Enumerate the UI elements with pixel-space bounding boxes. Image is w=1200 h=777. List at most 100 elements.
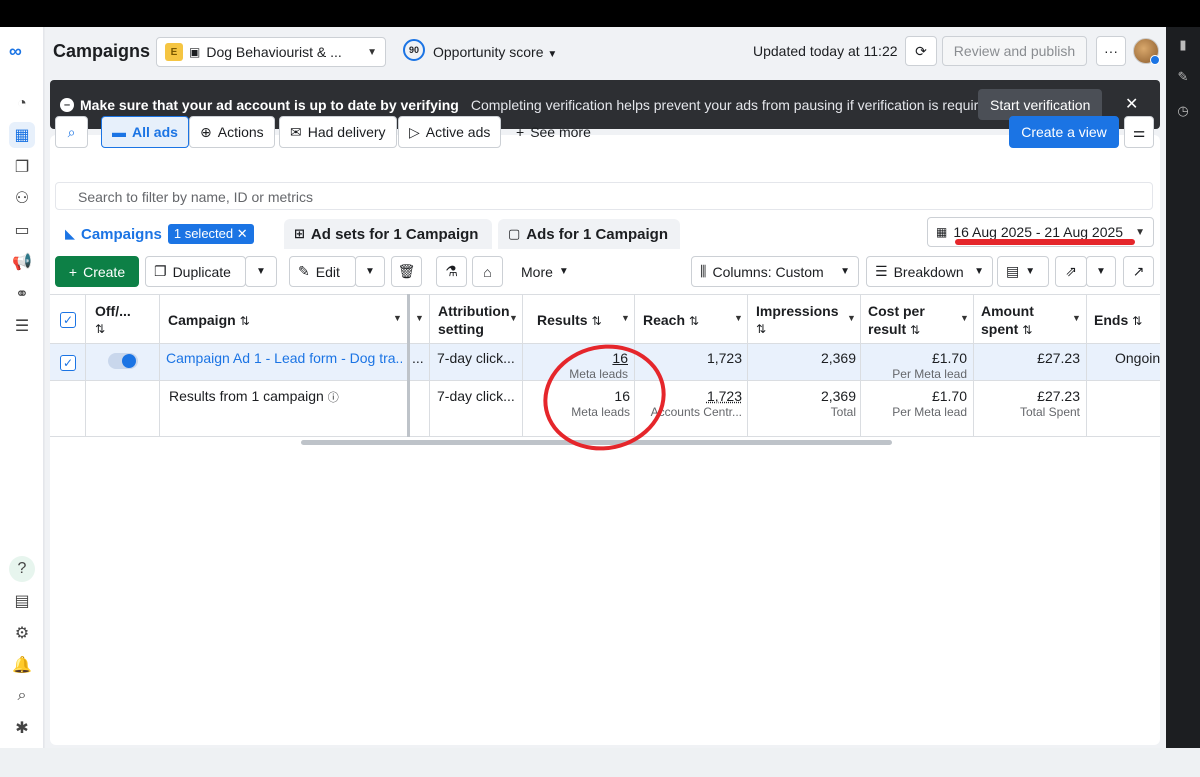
reports-dropdown[interactable]: ▤ ▼ [997,256,1049,287]
reports-icon[interactable]: ▤ [9,588,35,614]
column-divider [1086,294,1087,437]
all-ads-filter[interactable]: ▬ All ads [101,116,189,148]
duplicate-button[interactable]: ❐ Duplicate [145,256,246,287]
chart-button[interactable]: ↗ [1123,256,1154,287]
column-divider [860,294,861,437]
create-button[interactable]: + Create [55,256,139,287]
create-view-button[interactable]: Create a view [1009,116,1119,148]
tab-campaigns[interactable]: ◣ Campaigns 1 selected ✕ [55,219,281,249]
more-dropdown[interactable]: More ▼ [512,256,582,287]
chevron-down-icon[interactable]: ▼ [621,313,630,323]
info-icon[interactable]: ⓘ [328,392,339,404]
active-ads-filter[interactable]: ▷ Active ads [398,116,502,148]
dashboard-icon[interactable]: ◔ [9,91,35,117]
amount-cell: £27.23 [1037,350,1080,366]
top-black-bar [0,0,1200,27]
had-delivery-filter[interactable]: ✉ Had delivery [279,116,397,148]
opportunity-score-label[interactable]: Opportunity score ▼ [433,44,557,60]
refresh-button[interactable]: ⟳ [905,36,937,66]
selected-badge[interactable]: 1 selected ✕ [167,224,254,244]
search-nav-icon[interactable]: ⌕ [9,683,35,709]
header-ends[interactable]: Ends ⇅ [1094,311,1142,330]
left-nav: ∞ ◔ ▦ ❐ ⚇ ▭ 📢 ⚭ ☰ ? ▤ ⚙ 🔔 ⌕ ✱ [0,27,44,748]
megaphone-icon[interactable]: 📢 [9,249,35,275]
connections-icon[interactable]: ⚭ [9,281,35,307]
row-checkbox[interactable]: ✓ [60,355,76,371]
actions-filter[interactable]: ⊕ Actions [189,116,275,148]
chevron-down-icon[interactable]: ▼ [509,313,518,323]
header-off-on[interactable]: Off/... ⇅ [95,302,131,338]
columns-dropdown[interactable]: ⫼ Columns: Custom ▼ [691,256,859,287]
chevron-down-icon: ▼ [1135,226,1145,238]
billing-icon[interactable]: ▭ [9,217,35,243]
view-settings-icon[interactable]: ⚌ [1124,116,1154,148]
cost-subtext: Per Meta lead [892,367,967,381]
column-divider [159,294,160,437]
banner-title: Make sure that your ad account is up to … [80,96,459,113]
audiences-icon[interactable]: ⚇ [9,185,35,211]
close-icon[interactable]: ✕ [1125,94,1138,114]
export-button[interactable]: ⇗ [1055,256,1087,287]
pages-icon[interactable]: ❐ [9,154,35,180]
export-dropdown[interactable]: ▼ [1086,256,1116,287]
meta-logo-icon[interactable]: ∞ [9,41,35,61]
review-publish-button[interactable]: Review and publish [942,36,1087,66]
chevron-down-icon[interactable]: ▼ [393,313,402,323]
tab-ad-sets[interactable]: ⊞ Ad sets for 1 Campaign [284,219,492,249]
select-all-checkbox[interactable]: ✓ [60,312,76,328]
duplicate-dropdown[interactable]: ▼ [245,256,277,287]
header-attribution[interactable]: Attribution setting [438,302,510,338]
tab-ads[interactable]: ▢ Ads for 1 Campaign [498,219,680,249]
header-campaign[interactable]: Campaign ⇅ [168,311,250,330]
header-reach[interactable]: Reach ⇅ [643,311,699,330]
edit-dropdown[interactable]: ▼ [355,256,385,287]
reports-icon: ▤ [1006,263,1020,279]
actions-icon: ⊕ [200,123,212,140]
header-impressions[interactable]: Impressions ⇅ [756,302,838,338]
cost-cell: £1.70 [931,350,967,366]
ad-icon: ▢ [508,226,521,241]
column-divider [747,294,748,437]
clock-icon[interactable]: ◷ [1175,103,1191,119]
breakdown-dropdown[interactable]: ☰ Breakdown ▼ [866,256,993,287]
account-selector[interactable]: E ▣ Dog Behaviourist & ... ▼ [156,37,386,67]
date-range-label: 16 Aug 2025 - 21 Aug 2025 [953,224,1124,240]
grid-icon: ⊞ [294,226,305,241]
header-results[interactable]: Results ⇅ [537,311,602,330]
chevron-down-icon[interactable]: ▼ [847,313,856,323]
column-divider [429,294,430,437]
chart-icon[interactable]: ▮ [1175,37,1191,53]
chevron-down-icon: ▼ [367,46,377,58]
bug-icon[interactable]: ✱ [9,715,35,741]
menu-icon[interactable]: ☰ [9,313,35,339]
delete-button[interactable]: 🗑 [391,256,422,287]
chevron-down-icon[interactable]: ▼ [734,313,743,323]
more-options-button[interactable]: ··· [1096,36,1126,66]
campaigns-icon: ◣ [65,226,75,241]
summary-cost: £1.70 [931,388,967,404]
header-amount-spent[interactable]: Amount spent ⇅ [981,302,1034,339]
header-cost-per-result[interactable]: Cost per result ⇅ [868,302,925,339]
chevron-down-icon[interactable]: ▼ [415,313,424,323]
settings-icon[interactable]: ⚙ [9,620,35,646]
help-icon[interactable]: ? [9,556,35,582]
see-more-filter[interactable]: + See more [505,116,602,148]
reach-cell: 1,723 [706,350,742,366]
campaign-name-link[interactable]: Campaign Ad 1 - Lead form - Dog tra... [166,350,402,366]
campaigns-table-icon[interactable]: ▦ [9,122,35,148]
search-input[interactable]: Search to filter by name, ID or metrics [55,182,1153,210]
plus-icon: + [516,124,525,140]
banner-text: Completing verification helps prevent yo… [470,96,981,113]
chevron-down-icon[interactable]: ▼ [960,313,969,323]
test-button[interactable]: ⚗ [436,256,467,287]
updated-timestamp: Updated today at 11:22 [753,43,898,59]
chevron-down-icon[interactable]: ▼ [1072,313,1081,323]
pencil-icon[interactable]: ✎ [1175,69,1191,85]
delivery-icon: ✉ [290,123,302,140]
summary-label: Results from 1 campaign ⓘ [169,388,339,404]
opportunity-score-badge[interactable]: 90 [403,39,425,61]
notifications-icon[interactable]: 🔔 [9,652,35,678]
search-button[interactable]: ⌕ [55,116,88,148]
edit-button[interactable]: ✎ Edit [289,256,356,287]
tag-button[interactable]: ⌂ [472,256,503,287]
